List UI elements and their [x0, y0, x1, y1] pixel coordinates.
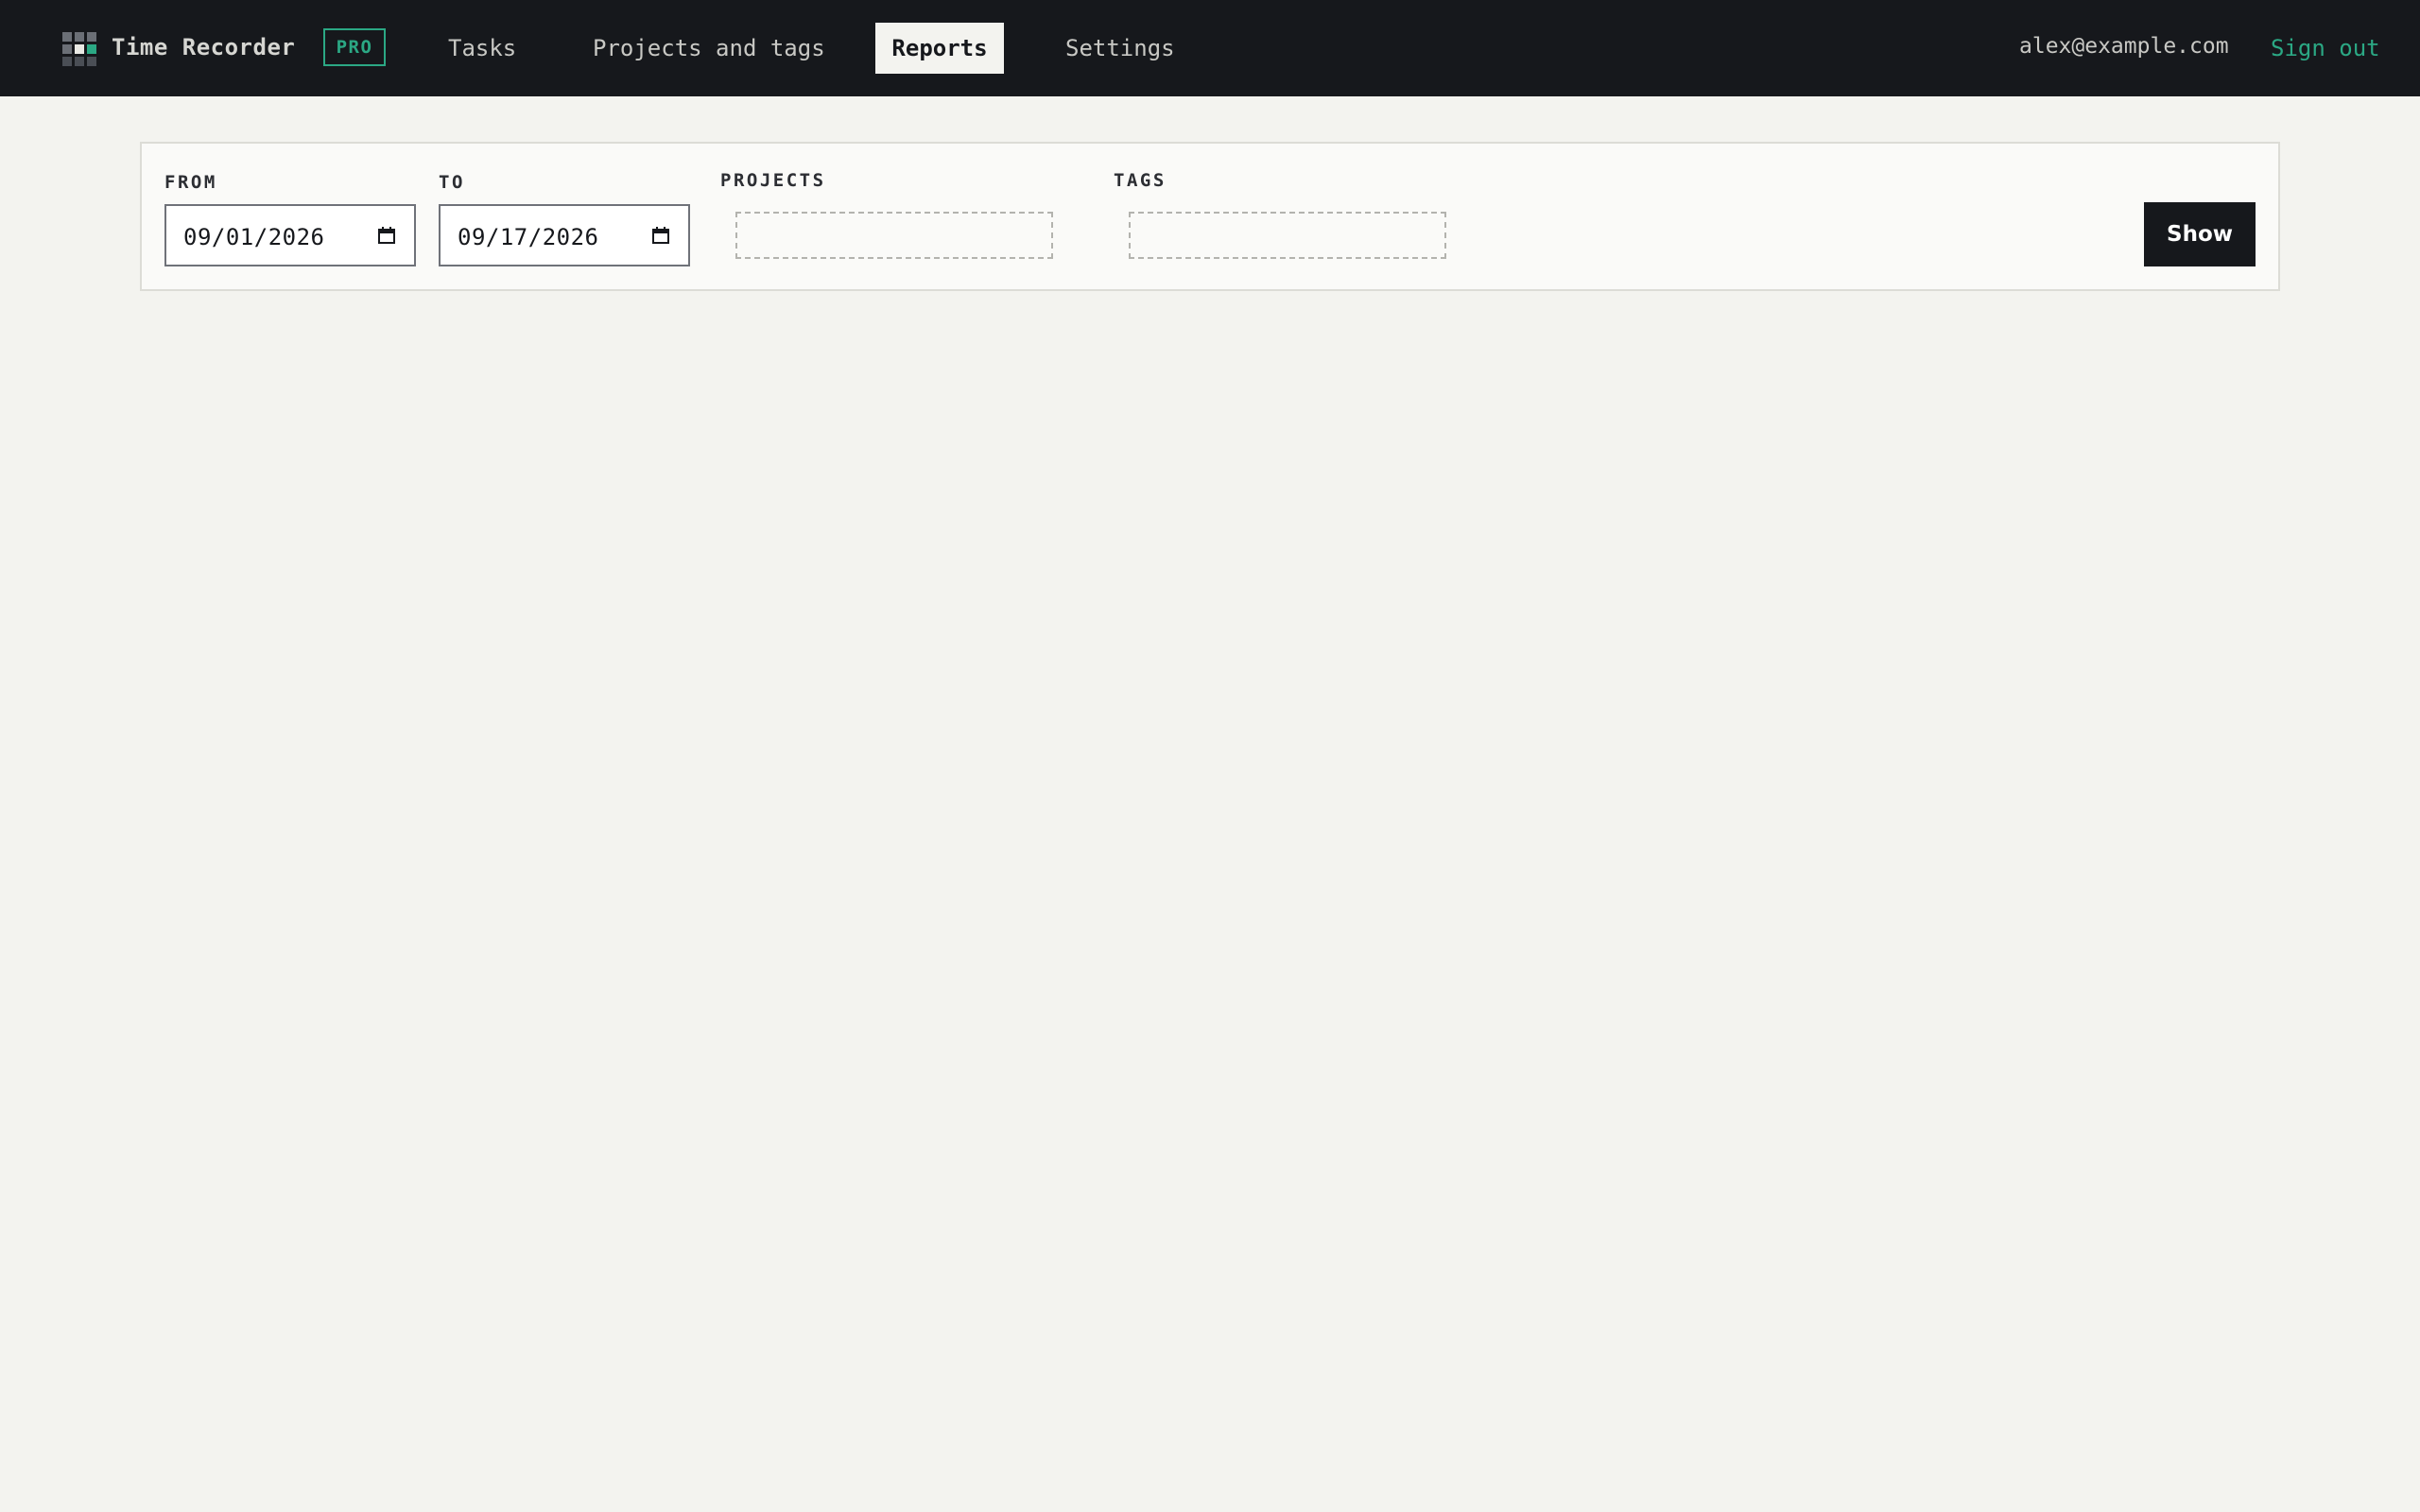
nav-tab-tasks[interactable]: Tasks — [448, 23, 516, 74]
user-email: alex@example.com — [2019, 34, 2229, 59]
nav-tab-projects-and-tags[interactable]: Projects and tags — [593, 23, 825, 74]
calendar-icon[interactable] — [652, 227, 669, 244]
show-button[interactable]: Show — [2144, 202, 2256, 266]
to-date-input[interactable]: 09/17/2026 — [439, 204, 690, 266]
app-title: Time Recorder — [112, 34, 296, 60]
from-date-input[interactable]: 09/01/2026 — [164, 204, 416, 266]
projects-label: PROJECTS — [720, 170, 826, 191]
projects-select[interactable] — [735, 212, 1053, 259]
nav-tab-settings[interactable]: Settings — [1065, 23, 1175, 74]
calendar-icon[interactable] — [378, 227, 395, 244]
to-label: TO — [439, 172, 465, 193]
from-date-value: 09/01/2026 — [183, 224, 325, 250]
nav-tab-reports[interactable]: Reports — [875, 23, 1004, 74]
sign-out-link[interactable]: Sign out — [2271, 35, 2380, 61]
report-filter-panel: FROM TO PROJECTS TAGS 09/01/2026 09/17/2… — [140, 142, 2280, 291]
grid-logo-icon — [62, 32, 96, 66]
from-label: FROM — [164, 172, 217, 193]
to-date-value: 09/17/2026 — [458, 224, 599, 250]
tags-label: TAGS — [1114, 170, 1167, 191]
pro-badge: PRO — [323, 28, 386, 66]
tags-select[interactable] — [1129, 212, 1446, 259]
top-navigation-bar: Time Recorder PRO Tasks Projects and tag… — [0, 0, 2420, 96]
